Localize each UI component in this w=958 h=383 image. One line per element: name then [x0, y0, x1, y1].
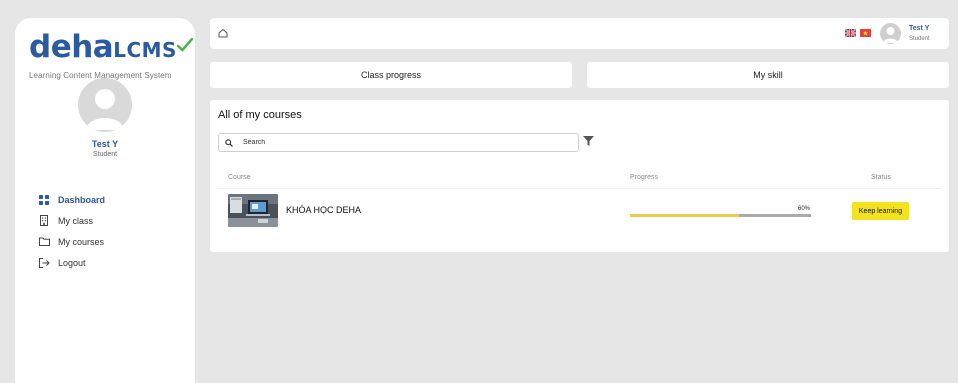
header-user-name[interactable]: Test Y — [909, 25, 929, 32]
avatar[interactable] — [78, 78, 132, 132]
vn-flag-icon[interactable] — [860, 29, 871, 37]
uk-flag-icon[interactable] — [845, 29, 856, 37]
grid-icon — [38, 194, 50, 206]
folder-icon — [38, 236, 50, 248]
sidebar-item-my-class[interactable]: My class — [38, 210, 105, 231]
sidebar-item-label: Dashboard — [58, 194, 106, 205]
divider — [218, 188, 941, 189]
course-thumbnail[interactable] — [228, 194, 278, 227]
sidebar-item-logout[interactable]: Logout — [38, 252, 105, 273]
sidebar-item-label: Logout — [58, 257, 86, 268]
tab-my-skill[interactable]: My skill — [587, 62, 949, 88]
course-name[interactable]: KHÓA HỌC DEHA — [286, 205, 361, 215]
progress-bar — [630, 214, 811, 217]
sidebar-item-dashboard[interactable]: Dashboard — [38, 189, 105, 210]
card-title: All of my courses — [218, 109, 302, 121]
topbar: Test Y Student — [210, 18, 949, 49]
filter-icon[interactable] — [583, 136, 594, 146]
progress-percent: 60% — [798, 206, 811, 212]
user-silhouette-icon — [883, 27, 898, 43]
user-role: Student — [92, 151, 118, 158]
sidebar: dehaLCMS Learning Content Management Sys… — [15, 18, 195, 383]
check-icon — [177, 38, 193, 52]
home-icon[interactable] — [217, 27, 229, 39]
column-header-status: Status — [871, 174, 891, 181]
logout-icon — [38, 257, 50, 269]
courses-card: All of my courses Course Progress Status… — [210, 100, 949, 252]
search-input[interactable] — [243, 139, 563, 146]
logo[interactable]: dehaLCMS Learning Content Management Sys… — [29, 29, 193, 82]
logo-wordmark: dehaLCMS — [29, 29, 177, 65]
search-icon — [219, 138, 239, 147]
header-avatar[interactable] — [880, 23, 901, 44]
keep-learning-button[interactable]: Keep learning — [852, 202, 909, 220]
header-user-role: Student — [909, 36, 930, 42]
column-header-progress: Progress — [630, 174, 659, 181]
user-name: Test Y — [91, 139, 119, 149]
sidebar-item-label: My courses — [58, 236, 105, 247]
column-header-course: Course — [228, 174, 251, 181]
tab-class-progress[interactable]: Class progress — [210, 62, 572, 88]
sidebar-menu: Dashboard My class My courses Logout — [38, 189, 105, 273]
course-image — [228, 194, 278, 227]
sidebar-item-my-courses[interactable]: My courses — [38, 231, 105, 252]
search-box — [218, 133, 579, 152]
sidebar-item-label: My class — [58, 215, 94, 226]
user-silhouette-icon — [86, 89, 124, 130]
progress-bar-fill — [630, 214, 739, 217]
building-icon — [38, 215, 50, 227]
